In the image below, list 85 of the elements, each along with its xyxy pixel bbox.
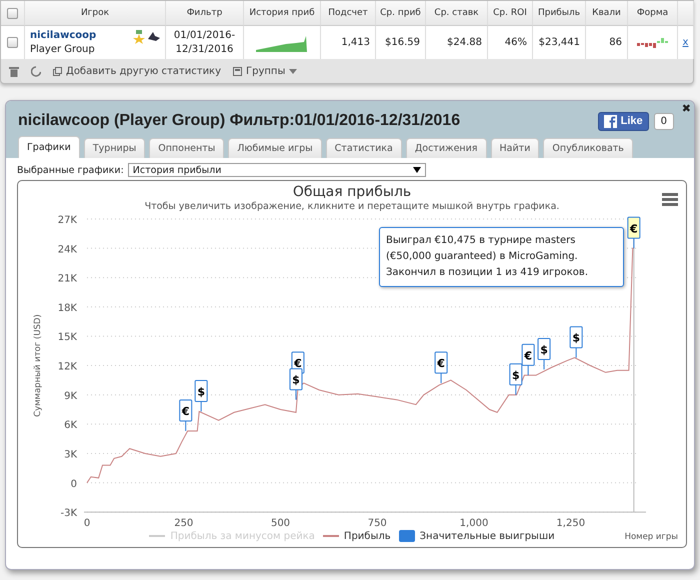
- annotation: $: [292, 374, 300, 387]
- checkbox[interactable]: [7, 37, 18, 48]
- y-tick-label: 18K: [58, 302, 77, 314]
- y-tick-label: 6K: [64, 420, 77, 432]
- y-tick-label: 3K: [64, 449, 77, 460]
- window-icon: [233, 66, 242, 76]
- column-header[interactable]: Прибыль: [533, 1, 586, 26]
- menu-icon[interactable]: [662, 193, 678, 206]
- annotation: $: [540, 343, 548, 356]
- remove-link[interactable]: x: [682, 37, 688, 48]
- column-header[interactable]: Квали: [586, 1, 628, 26]
- tab[interactable]: Найти: [490, 138, 540, 158]
- y-tick-label: 27K: [58, 215, 77, 226]
- annotation: €: [436, 357, 445, 370]
- shark-icon: [148, 30, 160, 42]
- copy-icon: [53, 66, 62, 76]
- table-cell: 46%: [504, 37, 527, 48]
- table-cell: $16.59: [385, 37, 420, 48]
- refresh-icon[interactable]: [31, 66, 41, 76]
- table-cell: 86: [609, 37, 622, 48]
- column-header[interactable]: История приб: [244, 1, 321, 26]
- annotation: $: [512, 368, 520, 382]
- column-header[interactable]: Ср. ставк: [426, 1, 488, 26]
- y-tick-label: 15K: [58, 332, 77, 344]
- legend-line-icon: [149, 534, 166, 538]
- table-cell: $24.88: [447, 37, 482, 48]
- table-cell: 1,413: [341, 37, 370, 48]
- annotation: €: [629, 222, 638, 236]
- close-icon[interactable]: ✖: [682, 102, 691, 115]
- like-button[interactable]: Like: [598, 112, 649, 130]
- column-header[interactable]: Ср. ROI: [488, 1, 533, 26]
- facebook-logo: [604, 114, 617, 128]
- caret-icon: [412, 167, 421, 173]
- y-tick-label: 24K: [58, 244, 77, 256]
- tab[interactable]: Достижения: [406, 138, 487, 158]
- tab[interactable]: Любимые игры: [228, 138, 322, 158]
- x-tick-label: 0: [84, 518, 90, 528]
- sparkline-drawing: [256, 34, 308, 52]
- y-tick-label: -3K: [60, 508, 77, 520]
- groups-menu[interactable]: Группы: [233, 66, 298, 76]
- tooltip: Выиграл €10,475 в турнире masters (€50,000 guaranteed) в MicroGaming. Закончил в позиции 1 из 419 игроков.: [379, 227, 624, 287]
- column-header[interactable]: Ср. приб: [376, 1, 426, 26]
- caret-icon: [289, 68, 298, 74]
- y-axis-title: Суммарный итог (USD): [33, 314, 43, 417]
- like-count: 0: [654, 112, 674, 130]
- checkbox[interactable]: [7, 8, 18, 18]
- panel-title: nicilawcoop (Player Group) Фильтр:01/01/2016-12/31/2016: [18, 112, 460, 130]
- chart-subtitle: Чтобы увеличить изображение, кликните и перетащите мышкой внутрь графика.: [144, 201, 560, 212]
- chart-select[interactable]: История прибыли: [128, 163, 426, 177]
- y-tick-label: 21K: [58, 274, 77, 285]
- column-header[interactable]: Игрок: [25, 1, 166, 26]
- table-cell: $23,441: [538, 37, 580, 48]
- tab[interactable]: Опубликовать: [543, 138, 633, 158]
- column-header[interactable]: Фильтр: [166, 1, 244, 26]
- annotation: €: [293, 357, 302, 370]
- column-header[interactable]: Подсчет: [321, 1, 376, 26]
- x-tick-label: 1,250: [556, 518, 586, 528]
- x-axis-title: Номер игры: [624, 532, 678, 542]
- annotation: €: [180, 405, 190, 418]
- annotation: $: [572, 332, 580, 345]
- player-group: Player Group: [30, 44, 96, 55]
- x-tick-label: 500: [270, 518, 290, 528]
- add-stat-button[interactable]: Добавить другую статистику: [53, 66, 222, 76]
- tab[interactable]: Статистика: [326, 138, 402, 158]
- tab[interactable]: Турниры: [84, 138, 146, 158]
- trash-icon[interactable]: [9, 66, 19, 76]
- annotation: €: [523, 349, 532, 362]
- tab[interactable]: Графики: [18, 136, 80, 158]
- tab[interactable]: Оппоненты: [149, 138, 224, 158]
- filter-dates: 01/01/2016- 12/31/2016: [174, 28, 236, 56]
- y-tick-label: 9K: [64, 390, 77, 402]
- x-tick-label: 250: [174, 518, 194, 528]
- legend-line-icon: [322, 534, 339, 538]
- x-tick-label: 750: [368, 518, 387, 528]
- y-tick-label: 0: [70, 478, 77, 490]
- annotation: $: [197, 385, 205, 398]
- chart-title: Общая прибыль: [292, 184, 412, 200]
- y-tick-label: 12K: [58, 362, 77, 373]
- legend-item[interactable]: Прибыль: [322, 530, 391, 542]
- star-icon: [133, 30, 145, 44]
- x-tick-label: 1,000: [460, 518, 488, 528]
- player-link[interactable]: nicilawcoop: [30, 30, 96, 41]
- legend-item[interactable]: Значительные выигрыши: [398, 530, 555, 542]
- select-label: Выбранные графики:: [17, 164, 124, 176]
- column-header[interactable]: Форма: [628, 1, 678, 26]
